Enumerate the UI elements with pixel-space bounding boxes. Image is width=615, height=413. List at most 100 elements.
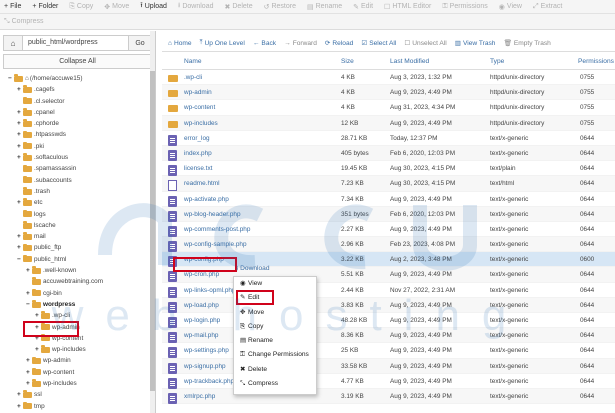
tree-node[interactable]: + .cphorde [0,118,155,129]
tree-node[interactable]: logs [0,209,155,220]
cell-name[interactable]: wp-login.php [184,317,220,324]
delete-button[interactable]: ✖ Delete [225,3,253,11]
rename-button[interactable]: ▤ Rename [307,3,342,11]
context-download[interactable]: ⭳ Download [236,264,269,275]
table-row[interactable]: wp-admin 4 KB Aug 9, 2023, 4:49 PM httpd/un… [162,85,615,101]
cell-name[interactable]: error_log [184,135,210,142]
col-type[interactable]: Type [490,58,504,65]
html-editor-button[interactable]: ☐ HTML Editor [384,3,431,11]
col-name[interactable]: Name [184,58,202,65]
tree-node[interactable]: lscache [0,220,155,231]
table-row[interactable]: index.php 405 bytes Feb 6, 2020, 12:03 PM t… [162,145,615,162]
home-icon[interactable]: ⌂ [3,35,23,51]
table-row[interactable]: wp-settings.php 25 KB Aug 9, 2023, 4:49 PM… [162,343,615,359]
tree-node[interactable]: + cgi-bin [0,288,155,299]
tree-node[interactable]: + public_ftp [0,242,155,253]
table-row[interactable]: xmlrpc.php 3.19 KB Aug 9, 2023, 4:49 PM tex… [162,388,615,405]
forward-button[interactable]: → Forward [284,40,317,47]
unselect-all-button[interactable]: ☐ Unselect All [404,39,446,48]
tree-node[interactable]: + wp-admin [0,355,155,366]
file-button[interactable]: + File [4,3,21,10]
cell-name[interactable]: wp-cron.php [184,271,219,278]
table-row[interactable]: wp-load.php 3.83 KB Aug 9, 2023, 4:49 PM te… [162,297,615,313]
tree-node[interactable]: + wp-includes [0,344,155,355]
cell-name[interactable]: wp-admin [184,89,212,96]
go-button[interactable]: Go [129,35,152,51]
tree-node[interactable]: + ssl [0,389,155,400]
copy-button[interactable]: ⎘ Copy [69,3,93,11]
table-row[interactable]: wp-activate.php 7.34 KB Aug 9, 2023, 4:49 … [162,192,615,207]
home-button[interactable]: ⌂ Home [168,40,192,47]
context-copy[interactable]: ⎘ Copy [234,320,316,334]
back-button[interactable]: ← Back [253,40,276,47]
tree-node[interactable]: + .well-known [0,265,155,276]
table-row[interactable]: wp-trackback.php 4.77 KB Aug 9, 2023, 4:49… [162,374,615,389]
tree-node[interactable]: − public_html [0,254,155,265]
cell-name[interactable]: wp-activate.php [184,196,229,203]
tree-scrollbar[interactable] [150,31,155,413]
context-change-permissions[interactable]: ⚿ Change Permissions [234,348,316,362]
table-row[interactable]: wp-comments-post.php 2.27 KB Aug 9, 2023, … [162,222,615,238]
tree-node[interactable]: .cl.selector [0,96,155,107]
context-compress[interactable]: ⤡ Compress [234,377,316,391]
table-row[interactable]: wp-mail.php 8.36 KB Aug 9, 2023, 4:49 PM te… [162,328,615,344]
tree-node[interactable]: − wordpress [0,299,155,310]
select-all-button[interactable]: ☑ Select All [361,39,396,48]
cell-name[interactable]: wp-config-sample.php [184,241,247,248]
tree-node[interactable]: .subaccounts [0,175,155,186]
upload-button[interactable]: ⭱ Upload [140,1,167,12]
table-row[interactable]: .wp-cli 4 KB Aug 3, 2023, 1:32 PM httpd/uni… [162,70,615,86]
cell-name[interactable]: license.txt [184,165,212,172]
table-row[interactable]: wp-includes 12 KB Aug 9, 2023, 4:49 PM http… [162,115,615,131]
cell-name[interactable]: wp-includes [184,120,218,127]
edit-button[interactable]: ✎ Edit [353,3,373,11]
cell-name[interactable]: wp-comments-post.php [184,226,250,233]
cell-name[interactable]: readme.html [184,180,220,187]
tree-node[interactable]: .trash [0,186,155,197]
view-trash-button[interactable]: ▥ View Trash [455,39,496,48]
up-one-level-button[interactable]: ⤒ Up One Level [200,39,245,47]
view-button[interactable]: ◉ View [499,3,522,11]
tree-node[interactable]: accuwebtraining.com [0,276,155,287]
table-row[interactable]: wp-blog-header.php 351 bytes Feb 6, 2020, … [162,206,615,222]
tree-node[interactable]: + .softaculous [0,152,155,163]
tree-node[interactable]: + wp-includes [0,378,155,389]
col-permissions[interactable]: Permissions [578,58,614,65]
tree-node[interactable]: + wp-content [0,367,155,378]
tree-node[interactable]: .spamassassin [0,163,155,174]
reload-button[interactable]: ⟳ Reload [325,39,353,48]
empty-trash-button[interactable]: 🗑 Empty Trash [503,39,550,48]
tree-node[interactable]: + .cagefs [0,84,155,95]
restore-button[interactable]: ↺ Restore [264,3,296,11]
tree-node[interactable]: + .cpanel [0,107,155,118]
download-button[interactable]: ⭳ Download [178,1,214,12]
tree-node[interactable]: − ⌂ (/home/accuwe15) [0,73,155,84]
tree-node[interactable]: + tmp [0,401,155,412]
table-row[interactable]: wp-login.php 48.28 KB Aug 9, 2023, 4:49 PM… [162,313,615,329]
table-row[interactable]: readme.html 7.23 KB Aug 30, 2023, 4:15 PM t… [162,176,615,192]
tree-node[interactable]: + .wp-cli [0,310,155,321]
cell-name[interactable]: .wp-cli [184,74,202,81]
cell-name[interactable]: wp-load.php [184,302,219,309]
table-row[interactable]: error_log 28.71 KB Today, 12:37 PM text/x-g… [162,131,615,146]
path-input[interactable]: public_html/wordpress [23,35,129,51]
table-row[interactable]: wp-config-sample.php 2.96 KB Feb 23, 2023,… [162,237,615,253]
collapse-all-button[interactable]: Collapse All [3,54,152,69]
move-button[interactable]: ✥ Move [104,3,129,11]
cell-name[interactable]: xmlrpc.php [184,393,215,400]
cell-name[interactable]: wp-mail.php [184,332,218,339]
table-row[interactable]: wp-links-opml.php 2.44 KB Nov 27, 2022, 2:… [162,283,615,298]
table-row[interactable]: wp-signup.php 33.58 KB Aug 9, 2023, 4:49 P… [162,358,615,374]
cell-name[interactable]: wp-signup.php [184,363,226,370]
col-modified[interactable]: Last Modified [390,58,429,65]
cell-name[interactable]: wp-links-opml.php [184,287,236,294]
cell-name[interactable]: wp-settings.php [184,347,229,354]
context-delete[interactable]: ✖ Delete [234,363,316,377]
table-row[interactable]: wp-content 4 KB Aug 31, 2023, 4:34 PM httpd… [162,100,615,116]
tree-node[interactable]: + mail [0,231,155,242]
tree-node[interactable]: + etc [0,197,155,208]
folder-button[interactable]: + Folder [32,3,58,10]
cell-name[interactable]: wp-trackback.php [184,378,234,385]
compress-button[interactable]: ⤡ Compress [4,18,44,26]
context-rename[interactable]: ▤ Rename [234,334,316,348]
